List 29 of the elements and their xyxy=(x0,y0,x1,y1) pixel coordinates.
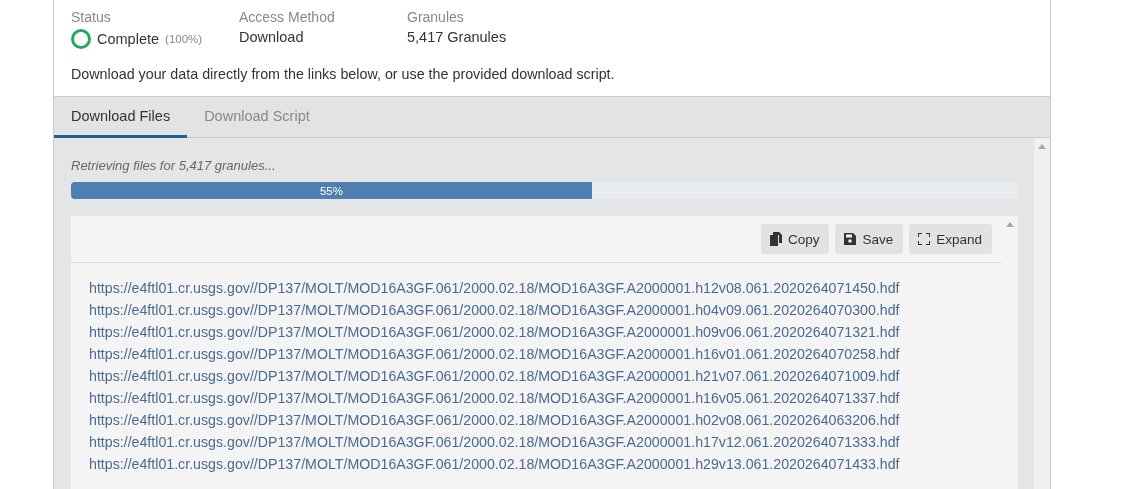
field-label: Granules xyxy=(407,9,465,25)
tab[interactable]: Download Script xyxy=(187,97,327,138)
copy-icon xyxy=(769,232,782,246)
file-link[interactable]: https://e4ftl01.cr.usgs.gov//DP137/MOLT/MOD16A3GF.061/2000.02.18/MOD16A3GF.A2000001.h16v05.061.2020264071337.hdf xyxy=(89,387,900,409)
save-button[interactable]: Save xyxy=(835,224,904,254)
progress-message: Retrieving files for 5,417 granules... xyxy=(71,158,277,173)
status-ring-icon xyxy=(71,29,91,49)
expand-icon xyxy=(918,233,931,245)
file-link[interactable]: https://e4ftl01.cr.usgs.gov//DP137/MOLT/MOD16A3GF.061/2000.02.18/MOD16A3GF.A2000001.h17v12.061.2020264071333.hdf xyxy=(89,431,900,453)
status-value: Complete xyxy=(97,31,160,47)
field-value: Download xyxy=(239,29,304,45)
field-label: Status xyxy=(71,9,112,25)
field-value: 5,417 Granules xyxy=(407,29,507,45)
file-link[interactable]: https://e4ftl01.cr.usgs.gov//DP137/MOLT/MOD16A3GF.061/2000.02.18/MOD16A3GF.A2000001.h09v06.061.2020264071321.hdf xyxy=(89,321,900,343)
scroll-up-icon[interactable] xyxy=(1038,144,1046,149)
description-text: Download your data directly from the links below, or use the provided download script. xyxy=(71,66,616,82)
file-link[interactable]: https://e4ftl01.cr.usgs.gov//DP137/MOLT/MOD16A3GF.061/2000.02.18/MOD16A3GF.A2000001.h12v08.061.2020264071450.hdf xyxy=(89,277,900,299)
file-link[interactable]: https://e4ftl01.cr.usgs.gov//DP137/MOLT/MOD16A3GF.061/2000.02.18/MOD16A3GF.A2000001.h02v08.061.2020264063206.hdf xyxy=(89,409,900,431)
file-link[interactable]: https://e4ftl01.cr.usgs.gov//DP137/MOLT/MOD16A3GF.061/2000.02.18/MOD16A3GF.A2000001.h29v13.061.2020264071433.hdf xyxy=(89,453,900,475)
file-link[interactable]: https://e4ftl01.cr.usgs.gov//DP137/MOLT/MOD16A3GF.061/2000.02.18/MOD16A3GF.A2000001.h16v01.061.2020264070258.hdf xyxy=(89,343,900,365)
file-link[interactable]: https://e4ftl01.cr.usgs.gov//DP137/MOLT/MOD16A3GF.061/2000.02.18/MOD16A3GF.A2000001.h04v09.061.2020264070300.hdf xyxy=(89,299,900,321)
progress-reading: 55% xyxy=(319,184,343,197)
save-icon xyxy=(844,233,857,245)
expand-button[interactable]: Expand xyxy=(909,224,992,254)
field-label: Access Method xyxy=(239,9,336,25)
file-link[interactable]: https://e4ftl01.cr.usgs.gov//DP137/MOLT/MOD16A3GF.061/2000.02.18/MOD16A3GF.A2000001.h21v07.061.2020264071009.hdf xyxy=(89,365,900,387)
percent-note: (100%) xyxy=(165,33,203,45)
scroll-up-icon[interactable] xyxy=(1006,222,1014,227)
copy-button[interactable]: Copy xyxy=(760,224,830,254)
